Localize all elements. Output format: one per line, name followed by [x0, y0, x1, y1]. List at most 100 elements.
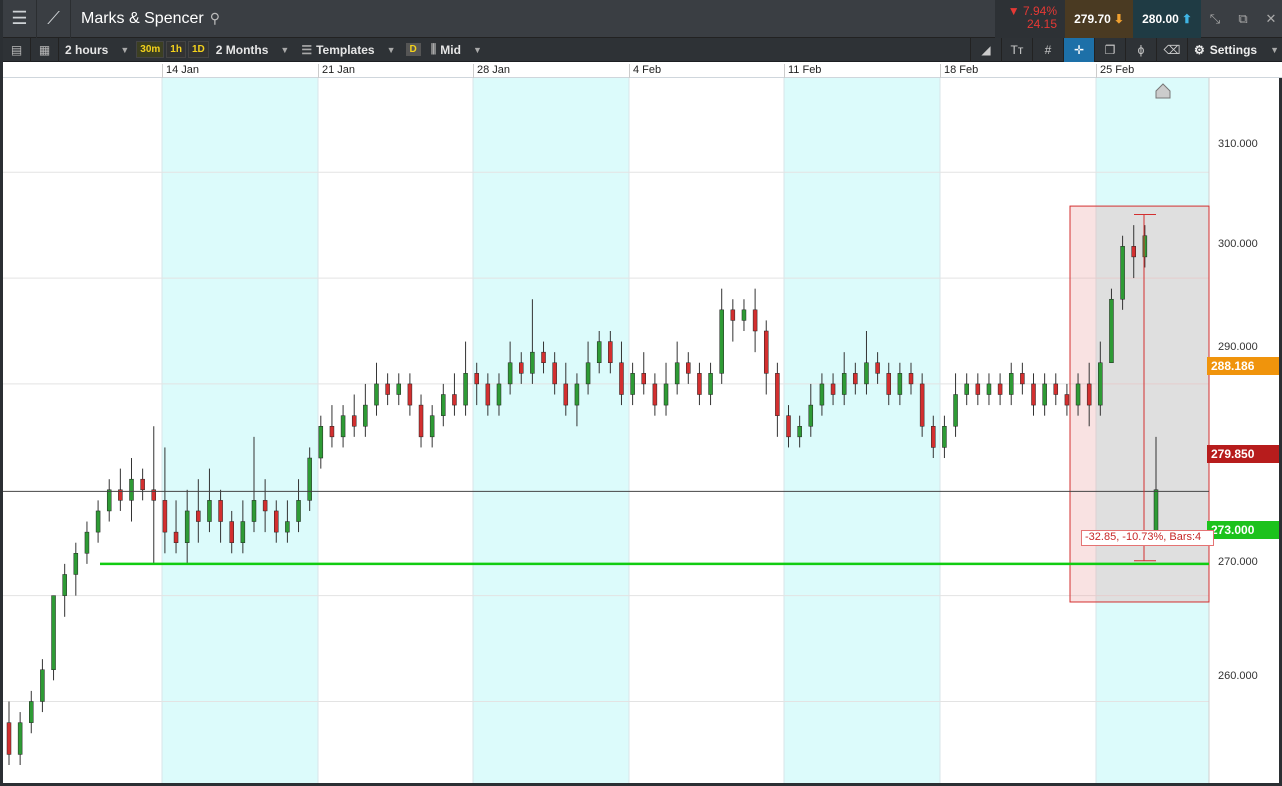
candle-body	[106, 489, 112, 512]
candle-body	[318, 426, 324, 459]
chart-app: ☰ ⟋ Marks & Spencer ⚲ ▼ 7.94% 24.15 279.…	[0, 0, 1282, 786]
candles-icon: ⫼	[430, 42, 437, 56]
candle-body	[385, 383, 390, 395]
candle-body	[251, 500, 257, 522]
date-tick: 21 Jan	[318, 64, 355, 78]
axis-tick-label: 270.000	[1218, 556, 1258, 568]
candle-body	[897, 373, 903, 395]
candle-body	[162, 500, 168, 533]
candle-body	[741, 309, 747, 321]
interval-select[interactable]: 2 hours ▼	[59, 38, 135, 62]
draw-line-icon[interactable]: ◢	[969, 37, 1001, 62]
d-button[interactable]: D	[405, 43, 421, 56]
chevron-down-icon: ▼	[120, 44, 130, 55]
indicator-icon[interactable]: ϕ	[1124, 37, 1156, 62]
candle-body	[563, 383, 569, 406]
timeframe-30m-button[interactable]: 30m	[136, 41, 165, 58]
date-tick: 14 Jan	[162, 64, 199, 78]
measure-label: -32.85, -10.73%, Bars:4	[1081, 530, 1214, 546]
candle-body	[596, 341, 602, 364]
price-chart[interactable]	[3, 78, 1279, 783]
candle-body	[797, 426, 802, 438]
candle-body	[40, 669, 45, 702]
candle-body	[919, 383, 925, 427]
candle-body	[274, 510, 279, 533]
chart-line-icon[interactable]: ⟋	[37, 0, 71, 38]
candle-body	[997, 383, 1003, 395]
candle-body	[441, 394, 446, 416]
layout-icon[interactable]: ▦	[31, 37, 59, 62]
candle-body	[1020, 373, 1025, 385]
current-price-label: 279.850	[1207, 445, 1279, 463]
candle-body	[1031, 383, 1036, 406]
axis-tick-label: 290.000	[1218, 341, 1258, 353]
candle-body	[496, 383, 502, 406]
templates-label: Templates	[316, 42, 375, 57]
date-axis: 14 Jan 21 Jan 28 Jan 4 Feb 11 Feb 18 Feb…	[3, 62, 1282, 78]
search-icon[interactable]: ⚲	[210, 10, 220, 27]
candle-body	[307, 457, 312, 501]
close-icon[interactable]: ✕	[1257, 0, 1282, 38]
candle-body	[519, 362, 524, 374]
settings-button[interactable]: ⚙ Settings ▼	[1186, 37, 1282, 62]
hamburger-menu-icon[interactable]: ☰	[3, 0, 37, 38]
candle-body	[1053, 383, 1059, 395]
candle-body	[418, 404, 424, 438]
candle-body	[218, 500, 223, 522]
candle-body	[986, 383, 992, 395]
change-percent: ▼ 7.94%	[1007, 3, 1057, 18]
instrument-title[interactable]: Marks & Spencer ⚲	[71, 10, 220, 28]
settings-label: Settings	[1209, 42, 1258, 57]
candle-body	[51, 595, 56, 670]
candle-body	[6, 722, 12, 755]
popout-icon[interactable]: ⧉	[1229, 0, 1257, 38]
axis-tick-label: 310.000	[1218, 138, 1258, 150]
candle-body	[429, 415, 435, 438]
interval-label: 2 hours	[65, 42, 109, 57]
timeframe-1d-button[interactable]: 1D	[187, 41, 209, 58]
candle-body	[374, 383, 379, 406]
candle-body	[864, 362, 869, 385]
chevron-down-icon: ▼	[1270, 44, 1279, 55]
price-type-select[interactable]: ⫼ Mid ▼	[425, 38, 488, 62]
range-select[interactable]: 2 Months ▼	[210, 38, 296, 62]
candle-body	[207, 500, 212, 522]
candle-body	[1042, 383, 1047, 406]
axis-tick-label: 300.000	[1218, 238, 1258, 250]
sell-price-button[interactable]: 279.70 ⬇	[1065, 0, 1133, 38]
candle-body	[719, 309, 724, 374]
gear-icon: ⚙	[1193, 42, 1205, 57]
top-bar: ☰ ⟋ Marks & Spencer ⚲ ▼ 7.94% 24.15 279.…	[3, 0, 1282, 38]
price-level-label: 288.186	[1207, 357, 1279, 375]
candle-body	[964, 383, 969, 395]
date-tick: 25 Feb	[1096, 64, 1134, 78]
candle-body	[674, 362, 680, 385]
buy-price-button[interactable]: 280.00 ⬆	[1133, 0, 1201, 38]
candle-body	[262, 500, 268, 512]
timeframe-1h-button[interactable]: 1h	[166, 41, 186, 58]
layers-icon[interactable]: ❐	[1093, 37, 1125, 62]
change-absolute: 24.15	[1026, 16, 1057, 31]
candle-body	[407, 383, 413, 406]
collapse-icon[interactable]: ⤡	[1201, 0, 1229, 38]
list-icon[interactable]: ▤	[3, 37, 31, 62]
text-size-icon[interactable]: Tт	[1000, 37, 1032, 62]
candle-body	[296, 500, 301, 522]
candle-body	[1086, 383, 1092, 406]
chevron-down-icon: ▼	[280, 44, 290, 55]
candle-body	[708, 373, 713, 395]
templates-select[interactable]: ☰ Templates ▼	[295, 38, 401, 62]
candle-body	[1008, 373, 1014, 395]
candle-body	[819, 383, 825, 406]
candle-body	[229, 521, 234, 543]
eraser-icon[interactable]: ⌫	[1155, 37, 1187, 62]
candle-body	[95, 510, 101, 533]
buy-price: 280.00	[1142, 11, 1179, 26]
crosshair-icon[interactable]: ✛	[1062, 37, 1094, 62]
candle-body	[652, 383, 658, 406]
candle-body	[942, 426, 947, 448]
range-label: 2 Months	[215, 42, 269, 57]
candle-body	[530, 351, 535, 374]
sell-price: 279.70	[1074, 11, 1111, 26]
grid-icon[interactable]: #	[1031, 37, 1063, 62]
